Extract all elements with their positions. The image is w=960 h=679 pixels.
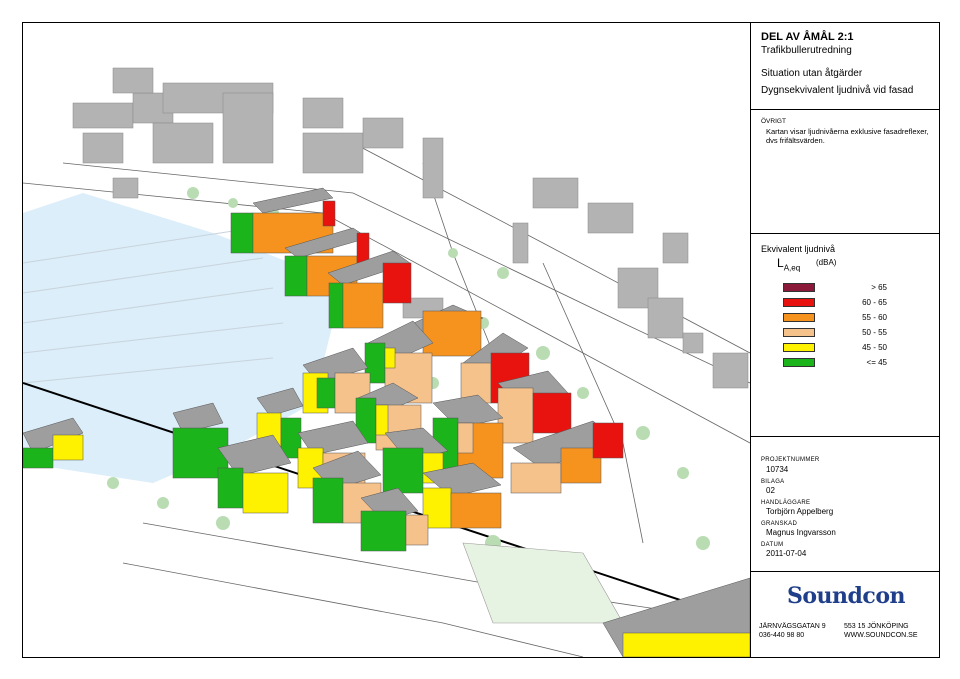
soundcon-logo: Soundcon [787,583,906,609]
company-web: WWW.SOUNDCON.SE [844,632,918,639]
bilaga-label: BILAGA [761,479,785,485]
legend-swatch [783,328,815,337]
legend-item: 45 - 50 [783,342,913,353]
note-text: Kartan visar ljudnivåerna exklusive fasa… [766,127,929,145]
drawing-subtitle: Trafikbullerutredning [761,45,852,56]
legend-item: 55 - 60 [783,312,913,323]
company-phone: 036-440 98 80 [759,632,805,639]
bilaga-value: 02 [766,486,775,495]
legend-item: <= 45 [783,357,913,368]
legend-item: 50 - 55 [783,327,913,338]
note-heading: ÖVRIGT [761,118,786,125]
drawing-title: DEL AV ÅMÅL 2:1 [761,31,854,43]
legend-range: 45 - 50 [862,343,887,352]
noise-map [23,23,750,657]
legend-range: > 65 [871,283,887,292]
situation-label: Situation utan åtgärder [761,68,863,79]
legend-symbol: LA,eq [777,256,801,273]
project-number-label: PROJEKTNUMMER [761,457,820,463]
date-value: 2011-07-04 [766,549,807,558]
company-city: 553 15 JÖNKÖPING [844,623,909,630]
handler-name: Torbjörn Appelberg [766,507,834,516]
divider [751,109,939,110]
divider [751,233,939,234]
legend-range: 60 - 65 [862,298,887,307]
legend-range: <= 45 [866,358,887,367]
legend-range: 50 - 55 [862,328,887,337]
legend-range: 55 - 60 [862,313,887,322]
handler-label: HANDLÄGGARE [761,500,811,506]
project-number: 10734 [766,465,789,474]
description-label: Dygnsekvivalent ljudnivå vid fasad [761,85,914,96]
legend-swatch [783,313,815,322]
legend-item: 60 - 65 [783,297,913,308]
reviewer-label: GRANSKAD [761,521,798,527]
date-label: DATUM [761,542,784,548]
legend-title: Ekvivalent ljudnivå [761,244,836,254]
legend-swatch [783,283,815,292]
company-street: JÄRNVÄGSGATAN 9 [759,623,826,630]
legend-swatch [783,298,815,307]
divider [751,571,939,572]
divider [751,436,939,437]
legend-swatch [783,358,815,367]
title-block-panel: DEL AV ÅMÅL 2:1 Trafikbullerutredning Si… [750,23,939,657]
legend-unit: (dBA) [816,258,837,267]
legend-item: > 65 [783,282,913,293]
legend-swatch [783,343,815,352]
noise-map-drawing [23,23,750,657]
reviewer-name: Magnus Ingvarsson [766,528,836,537]
